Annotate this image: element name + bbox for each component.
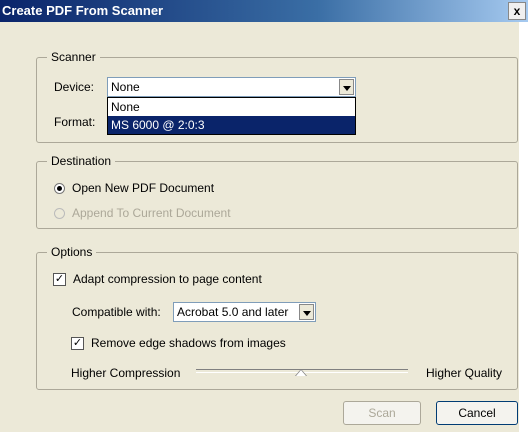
device-options-list: None MS 6000 @ 2:0:3 (107, 97, 356, 135)
cancel-button[interactable]: Cancel (436, 401, 518, 425)
open-new-label[interactable]: Open New PDF Document (72, 181, 214, 195)
quality-slider-thumb-fill[interactable] (296, 370, 306, 376)
remove-shadows-label[interactable]: Remove edge shadows from images (91, 336, 286, 350)
close-button[interactable]: x (508, 2, 526, 20)
slider-left-label: Higher Compression (71, 366, 181, 380)
device-option-none[interactable]: None (108, 98, 355, 116)
append-radio[interactable] (54, 208, 65, 219)
destination-group-title: Destination (47, 154, 116, 168)
append-label[interactable]: Append To Current Document (72, 206, 231, 220)
scanner-group-title: Scanner (47, 50, 100, 64)
adapt-compression-checkbox[interactable]: ✓ (53, 273, 66, 286)
title-bar: Create PDF From Scanner x (0, 0, 528, 22)
chevron-down-icon[interactable] (339, 79, 354, 95)
format-label: Format: (54, 115, 96, 129)
options-group-title: Options (47, 245, 97, 259)
device-value: None (111, 80, 140, 94)
compatible-dropdown[interactable]: Acrobat 5.0 and later (173, 302, 316, 322)
remove-shadows-checkbox[interactable]: ✓ (71, 337, 84, 350)
compatible-value: Acrobat 5.0 and later (177, 305, 289, 319)
open-new-radio[interactable] (54, 183, 65, 194)
device-option-ms6000[interactable]: MS 6000 @ 2:0:3 (108, 116, 355, 134)
adapt-compression-label[interactable]: Adapt compression to page content (73, 272, 262, 286)
device-label: Device: (54, 80, 95, 94)
scan-button[interactable]: Scan (343, 401, 421, 425)
chevron-down-icon[interactable] (299, 304, 314, 320)
window-edge (519, 22, 528, 432)
slider-right-label: Higher Quality (426, 366, 503, 380)
window-title: Create PDF From Scanner (2, 3, 164, 18)
compatible-label: Compatible with: (72, 305, 161, 319)
device-dropdown[interactable]: None (107, 77, 356, 97)
